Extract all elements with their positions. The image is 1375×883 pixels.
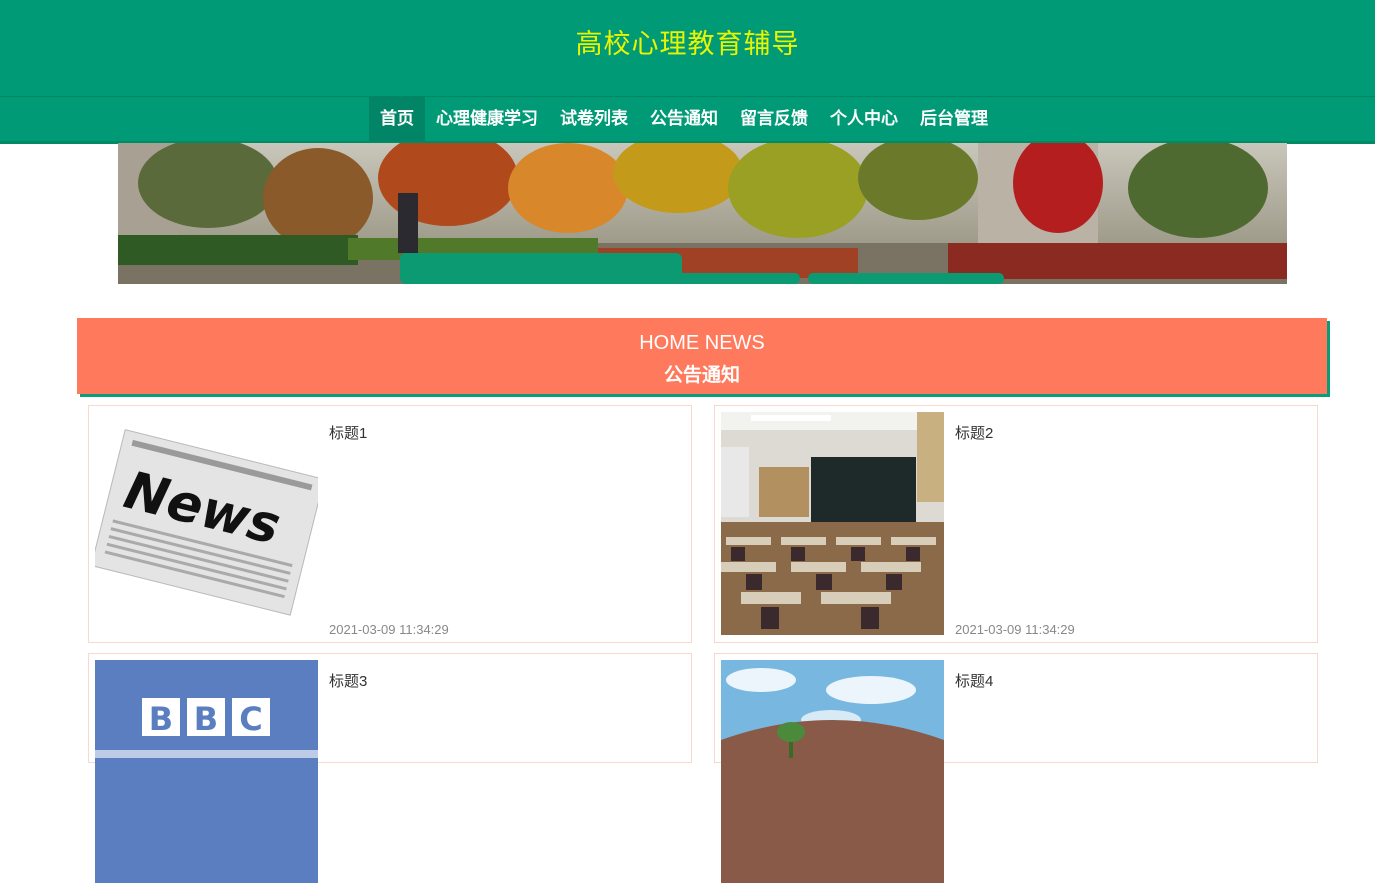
main-nav: 首页 心理健康学习 试卷列表 公告通知 留言反馈 个人中心 后台管理: [0, 96, 1375, 144]
news-thumbnail-newspaper[interactable]: News: [95, 412, 318, 635]
news-date: 2021-03-09 11:34:29: [329, 622, 449, 637]
news-card[interactable]: News 标题1 2021-03-09 11:34:29: [88, 405, 692, 643]
news-card[interactable]: 标题4: [714, 653, 1318, 883]
nav-item-admin[interactable]: 后台管理: [909, 97, 999, 141]
news-title[interactable]: 标题2: [955, 422, 993, 443]
site-title: 高校心理教育辅导: [575, 29, 800, 59]
nav-item-home[interactable]: 首页: [369, 97, 425, 141]
nav-item-mental-health[interactable]: 心理健康学习: [425, 97, 549, 141]
svg-text:B: B: [194, 700, 218, 738]
news-date: 2021-03-09 11:34:29: [955, 622, 1075, 637]
banner-image: [118, 143, 1287, 284]
site-header: 高校心理教育辅导: [0, 0, 1375, 96]
news-title-en: HOME NEWS: [639, 332, 765, 354]
news-title-cn: 公告通知: [663, 365, 740, 386]
news-title[interactable]: 标题4: [955, 670, 993, 691]
svg-text:C: C: [239, 700, 262, 738]
news-title[interactable]: 标题3: [329, 670, 367, 691]
nav-item-profile[interactable]: 个人中心: [819, 97, 909, 141]
news-card[interactable]: B B C 标题3: [88, 653, 692, 883]
news-title[interactable]: 标题1: [329, 422, 367, 443]
svg-text:B: B: [149, 700, 173, 738]
news-section-header: HOME NEWS 公告通知: [77, 318, 1327, 394]
news-thumbnail-bbc[interactable]: B B C: [95, 660, 318, 883]
nav-item-exams[interactable]: 试卷列表: [549, 97, 639, 141]
news-card[interactable]: 标题2 2021-03-09 11:34:29: [714, 405, 1318, 643]
nav-item-notices[interactable]: 公告通知: [639, 97, 729, 141]
news-thumbnail-sky[interactable]: [721, 660, 944, 883]
nav-item-feedback[interactable]: 留言反馈: [729, 97, 819, 141]
news-thumbnail-classroom[interactable]: [721, 412, 944, 635]
banner-carousel[interactable]: [118, 143, 1287, 284]
